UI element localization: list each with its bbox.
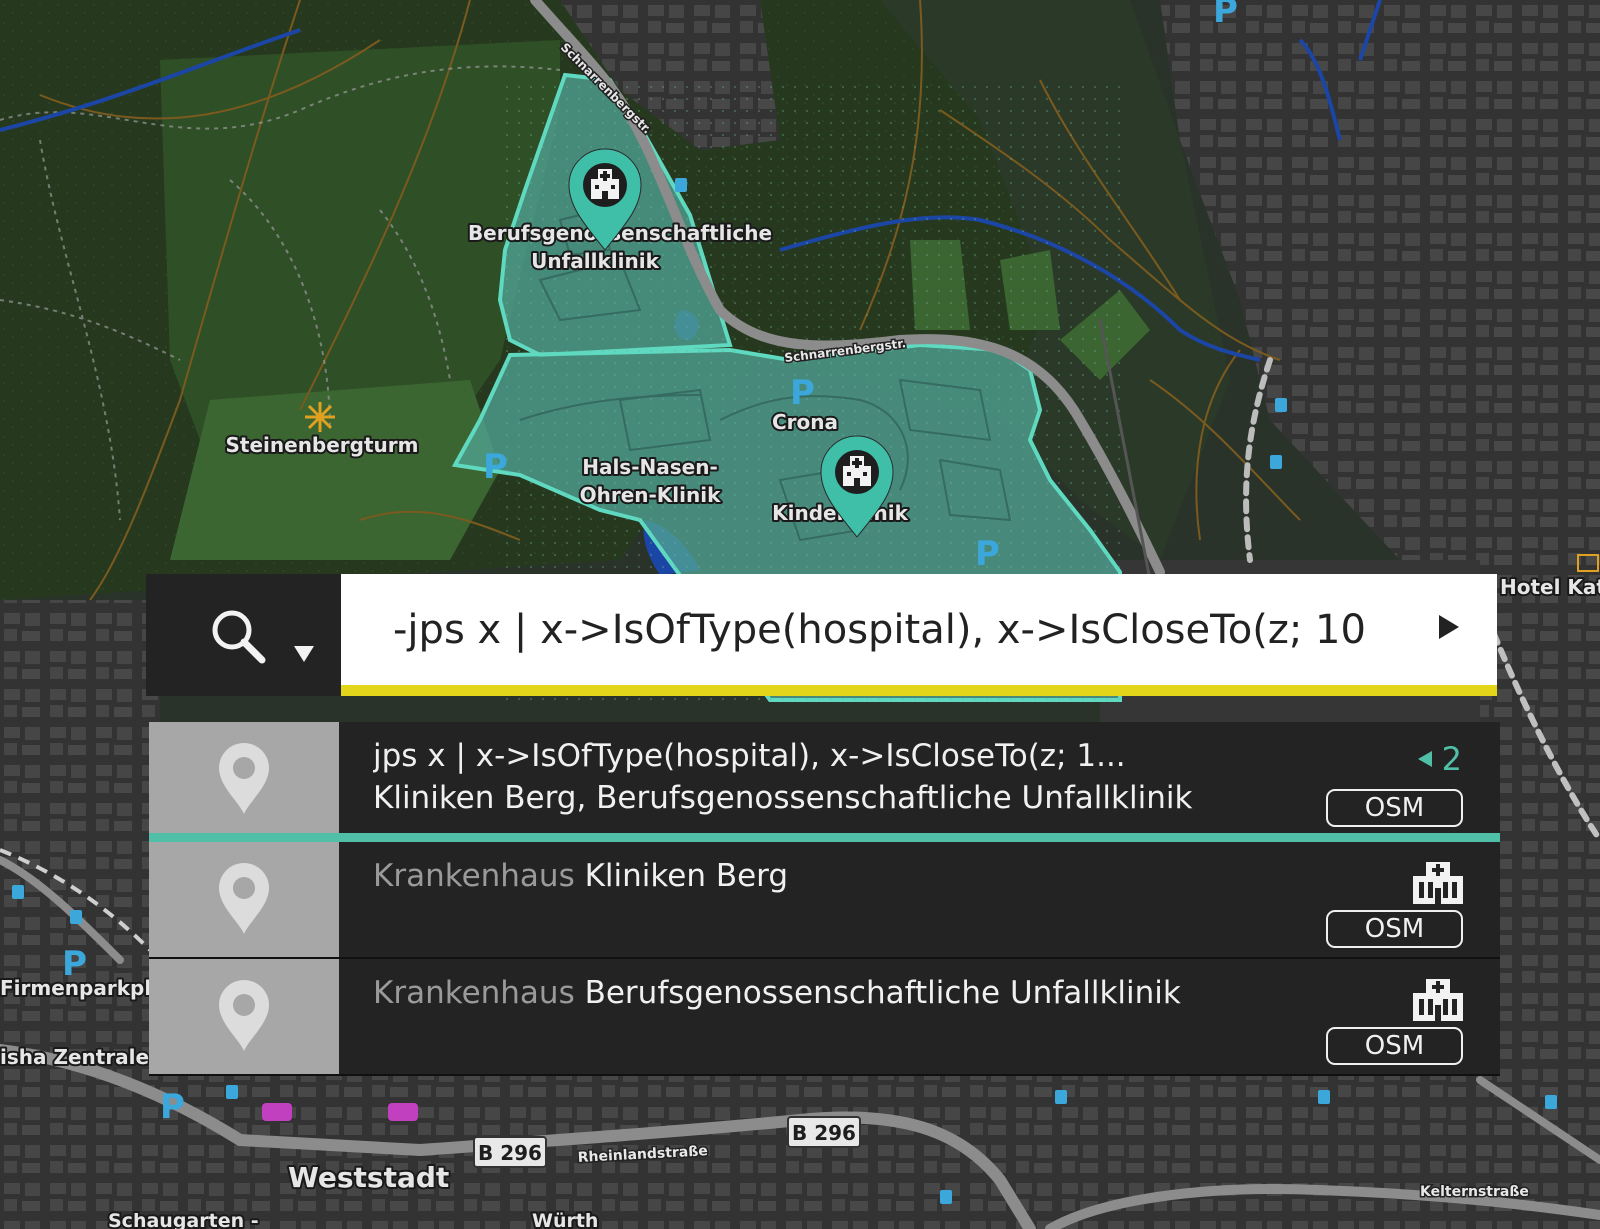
result-icon-cell bbox=[149, 722, 339, 842]
result-item[interactable]: Krankenhaus Berufsgenossenschaftliche Un… bbox=[149, 959, 1500, 1076]
search-results: jps x | x->IsOfType(hospital), x->IsClos… bbox=[149, 722, 1500, 1076]
map-label-steinenbergturm: Steinenbergturm bbox=[226, 433, 419, 457]
map-label-bgu: Unfallklinik bbox=[531, 249, 659, 273]
result-count: 2 bbox=[1441, 740, 1462, 778]
map-pin-icon bbox=[219, 979, 269, 1051]
osm-button[interactable]: OSM bbox=[1326, 1027, 1463, 1065]
map-label-weststadt: Weststadt bbox=[288, 1161, 449, 1194]
bus-stop-icon bbox=[1270, 455, 1282, 469]
map-pin-icon bbox=[219, 862, 269, 934]
parking-icon[interactable]: P bbox=[975, 534, 1000, 574]
result-icon-cell bbox=[149, 842, 339, 957]
parking-icon[interactable]: P bbox=[483, 447, 508, 487]
osm-button[interactable]: OSM bbox=[1326, 789, 1463, 827]
bus-stop-icon bbox=[1318, 1090, 1330, 1104]
hospital-icon bbox=[1413, 979, 1463, 1021]
map-label-crona: Crona bbox=[772, 410, 838, 434]
result-text: Krankenhaus Kliniken Berg bbox=[373, 858, 1273, 894]
osm-button[interactable]: OSM bbox=[1326, 910, 1463, 948]
bus-stop-icon bbox=[70, 910, 82, 924]
map-label-schaugarten: Schaugarten - bbox=[108, 1210, 259, 1229]
result-text: Krankenhaus Berufsgenossenschaftliche Un… bbox=[373, 975, 1273, 1011]
furniture-shop-icon bbox=[262, 1103, 292, 1121]
map-app: P P P P P P B 296 B 296 Berufsgenossensc… bbox=[0, 0, 1600, 1229]
bus-stop-icon bbox=[1055, 1090, 1067, 1104]
map-label-hno: Hals-Nasen- bbox=[582, 455, 718, 479]
parking-icon[interactable]: P bbox=[790, 373, 815, 413]
road-shield-b296: B 296 bbox=[787, 1116, 861, 1148]
map-label-hno: Ohren-Klinik bbox=[580, 483, 722, 507]
search-icon[interactable] bbox=[208, 606, 270, 668]
road-shield-b296: B 296 bbox=[473, 1136, 547, 1168]
result-icon-cell bbox=[149, 959, 339, 1074]
map-label-zentrale: isha Zentrale bbox=[0, 1045, 149, 1069]
result-name: Berufsgenossenschaftliche Unfallklinik bbox=[584, 975, 1181, 1011]
bus-stop-icon bbox=[1275, 398, 1287, 412]
svg-text:B 296: B 296 bbox=[792, 1121, 856, 1145]
map-pin-icon bbox=[219, 742, 269, 814]
furniture-shop-icon bbox=[388, 1103, 418, 1121]
meadow-area bbox=[170, 380, 500, 560]
previous-arrow-icon[interactable] bbox=[1417, 751, 1432, 767]
parking-icon[interactable]: P bbox=[1213, 0, 1238, 31]
map-label-hotel: Hotel Katha bbox=[1500, 575, 1600, 599]
result-item[interactable]: Krankenhaus Kliniken Berg OSM bbox=[149, 842, 1500, 959]
bus-stop-icon bbox=[226, 1085, 238, 1099]
result-category: Krankenhaus bbox=[373, 975, 575, 1011]
parking-icon[interactable]: P bbox=[160, 1087, 185, 1127]
search-mode-button[interactable] bbox=[146, 574, 341, 696]
search-input[interactable] bbox=[341, 574, 1421, 685]
map-label-wuerth: Würth bbox=[532, 1210, 598, 1229]
bus-stop-icon bbox=[1545, 1095, 1557, 1109]
hospital-icon bbox=[1413, 862, 1463, 904]
bus-stop-icon bbox=[12, 885, 24, 899]
tower-icon bbox=[305, 402, 335, 432]
result-pager: 2 bbox=[1417, 740, 1462, 778]
play-icon[interactable] bbox=[1439, 615, 1459, 639]
svg-text:B 296: B 296 bbox=[478, 1141, 542, 1165]
bus-stop-icon bbox=[675, 178, 687, 192]
result-name: Kliniken Berg bbox=[584, 858, 789, 894]
result-text: jps x | x->IsOfType(hospital), x->IsClos… bbox=[373, 738, 1273, 816]
bus-stop-icon bbox=[940, 1190, 952, 1204]
result-title: jps x | x->IsOfType(hospital), x->IsClos… bbox=[373, 738, 1126, 774]
caret-down-icon[interactable] bbox=[294, 646, 314, 662]
search-input-container bbox=[341, 574, 1497, 696]
active-indicator bbox=[149, 833, 1500, 842]
result-category: Krankenhaus bbox=[373, 858, 575, 894]
search-bar bbox=[146, 574, 1497, 696]
road-label: Kelternstraße bbox=[1420, 1184, 1529, 1200]
result-item[interactable]: jps x | x->IsOfType(hospital), x->IsClos… bbox=[149, 722, 1500, 842]
result-subtitle: Kliniken Berg, Berufsgenossenschaftliche… bbox=[373, 780, 1193, 816]
